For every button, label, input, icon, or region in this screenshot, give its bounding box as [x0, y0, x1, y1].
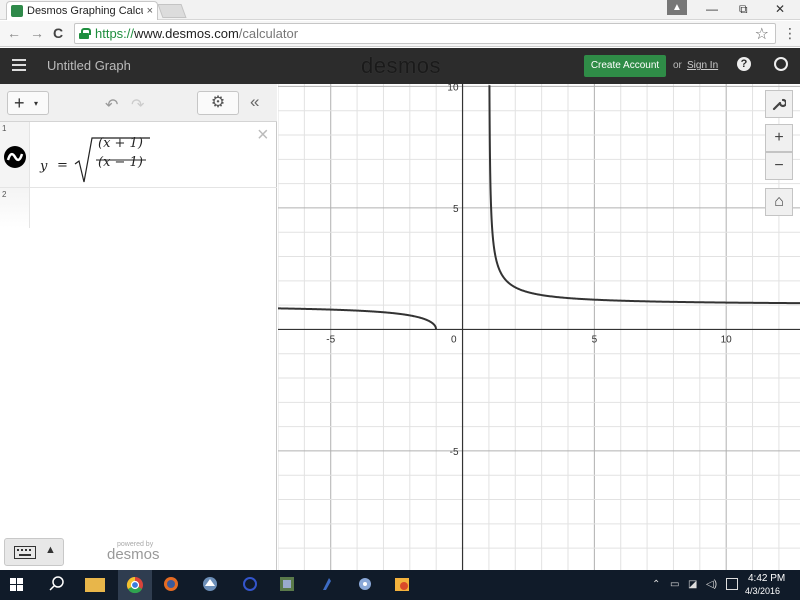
restore-button[interactable]: ⧉	[739, 2, 748, 17]
browser-tab[interactable]: Desmos Graphing Calculat ×	[6, 1, 158, 20]
app-icon-2[interactable]	[240, 573, 260, 595]
address-bar-row: ← → C https:// www.desmos.com /calculato…	[0, 21, 800, 47]
keypad-toggle-button[interactable]: ▲	[4, 538, 64, 566]
browser-tab-strip: Desmos Graphing Calculat × ▲ — ⧉ ✕	[0, 0, 800, 20]
back-button[interactable]: ←	[7, 25, 21, 41]
sign-in-link[interactable]: Sign In	[687, 60, 718, 71]
firefox-icon[interactable]	[161, 573, 181, 595]
plus-icon: +	[14, 93, 25, 113]
lock-icon	[79, 28, 91, 39]
graph-style-icon[interactable]	[4, 146, 26, 168]
zoom-in-button[interactable]: +	[765, 124, 793, 152]
tab-title: Desmos Graphing Calculat	[27, 5, 143, 17]
app-icon-3[interactable]	[277, 573, 297, 595]
battery-icon[interactable]: ▭	[670, 579, 679, 590]
y-tick-label: -5	[450, 447, 459, 458]
chevron-up-icon: ▲	[45, 544, 56, 556]
forward-button[interactable]: →	[30, 25, 44, 41]
formula-numerator: (x + 1)	[98, 136, 143, 151]
wrench-icon	[772, 98, 788, 111]
formula-denominator: (x − 1)	[98, 155, 143, 170]
expression-index-tab: 1	[0, 122, 30, 187]
chevron-down-icon: ▾	[34, 99, 39, 108]
tray-chevron-icon[interactable]: ⌃	[652, 579, 660, 590]
url-host: www.desmos.com	[134, 26, 239, 41]
add-item-button[interactable]: + ▾	[7, 91, 49, 115]
x-tick-label: 5	[592, 334, 598, 345]
settings-button[interactable]: ⚙	[197, 91, 239, 115]
help-icon[interactable]: ?	[737, 57, 751, 71]
url-path: /calculator	[238, 26, 299, 41]
windows-taskbar: ⌃ ▭ ◪ ◁) 4:42 PM 4/3/2016	[0, 570, 800, 600]
close-window-button[interactable]: ✕	[775, 2, 785, 16]
collapse-panel-icon[interactable]: «	[250, 92, 259, 112]
desmos-logo: desmos	[361, 53, 442, 78]
minimize-button[interactable]: —	[706, 2, 718, 16]
expression-item[interactable]: 1 y = (x + 1) (x − 1) ×	[0, 122, 277, 188]
reload-button[interactable]: C	[53, 25, 63, 41]
x-tick-label: -5	[326, 334, 335, 345]
expression-panel: + ▾ ↶ ↷ ⚙ « 1 y = (x + 1) (x − 1) × 2 ▲ …	[0, 84, 277, 570]
home-view-button[interactable]: ⌂	[765, 188, 793, 216]
or-text: or	[673, 60, 682, 71]
network-icon[interactable]: ◪	[688, 579, 697, 590]
desmos-header: Untitled Graph desmos Create Account or …	[0, 48, 800, 84]
formula-equals: =	[57, 158, 68, 173]
zoom-out-button[interactable]: −	[765, 152, 793, 180]
function-curve-branch	[488, 85, 800, 305]
chrome-menu-icon[interactable]: ⋮	[783, 25, 797, 42]
keyboard-icon	[14, 546, 36, 559]
bookmark-star-icon[interactable]: ☆	[755, 24, 769, 44]
graph-paper[interactable]: -5 0 5 10 10 5 -5	[278, 84, 800, 570]
profile-icon[interactable]: ▲	[667, 0, 687, 15]
clock-date[interactable]: 4/3/2016	[745, 586, 780, 596]
app-icon-6[interactable]	[392, 573, 412, 595]
desmos-favicon-icon	[11, 5, 23, 17]
url-scheme: https://	[95, 26, 135, 41]
undo-button[interactable]: ↶	[105, 95, 118, 115]
expression-item-empty[interactable]: 2	[0, 188, 277, 228]
clock-time[interactable]: 4:42 PM	[748, 573, 785, 584]
app-icon-4[interactable]	[317, 573, 337, 595]
tab-close-icon[interactable]: ×	[147, 5, 153, 17]
action-center-icon[interactable]	[726, 578, 738, 590]
windows-start-icon[interactable]	[10, 578, 24, 592]
app-icon-5[interactable]	[355, 573, 375, 595]
expression-number: 2	[2, 190, 7, 199]
formula-lhs: y	[40, 159, 48, 174]
graph-title[interactable]: Untitled Graph	[47, 58, 131, 73]
graph-settings-wrench-button[interactable]	[765, 90, 793, 118]
delete-expression-icon[interactable]: ×	[257, 124, 269, 147]
language-globe-icon[interactable]	[774, 57, 788, 71]
file-explorer-icon[interactable]	[85, 578, 105, 592]
expression-index-tab: 2	[0, 188, 30, 228]
graph-canvas[interactable]: -5 0 5 10 10 5 -5	[278, 84, 800, 570]
url-input[interactable]: https:// www.desmos.com /calculator ☆	[74, 23, 776, 44]
desmos-footer-logo: desmos	[107, 546, 160, 563]
x-tick-label: 0	[451, 334, 457, 345]
app-icon-1[interactable]	[200, 573, 220, 595]
new-tab-button[interactable]	[157, 4, 187, 18]
y-tick-label: 10	[447, 84, 459, 93]
expression-toolbar: + ▾ ↶ ↷ ⚙ «	[0, 84, 277, 122]
x-tick-label: 10	[721, 334, 733, 345]
create-account-button[interactable]: Create Account	[584, 55, 666, 77]
hamburger-menu-icon[interactable]	[12, 59, 26, 71]
y-tick-label: 5	[453, 204, 459, 215]
expression-number: 1	[2, 124, 7, 133]
redo-button[interactable]: ↷	[131, 95, 144, 115]
search-icon[interactable]	[47, 573, 67, 595]
chrome-taskbar-item[interactable]	[118, 570, 152, 600]
volume-icon[interactable]: ◁)	[706, 579, 717, 590]
